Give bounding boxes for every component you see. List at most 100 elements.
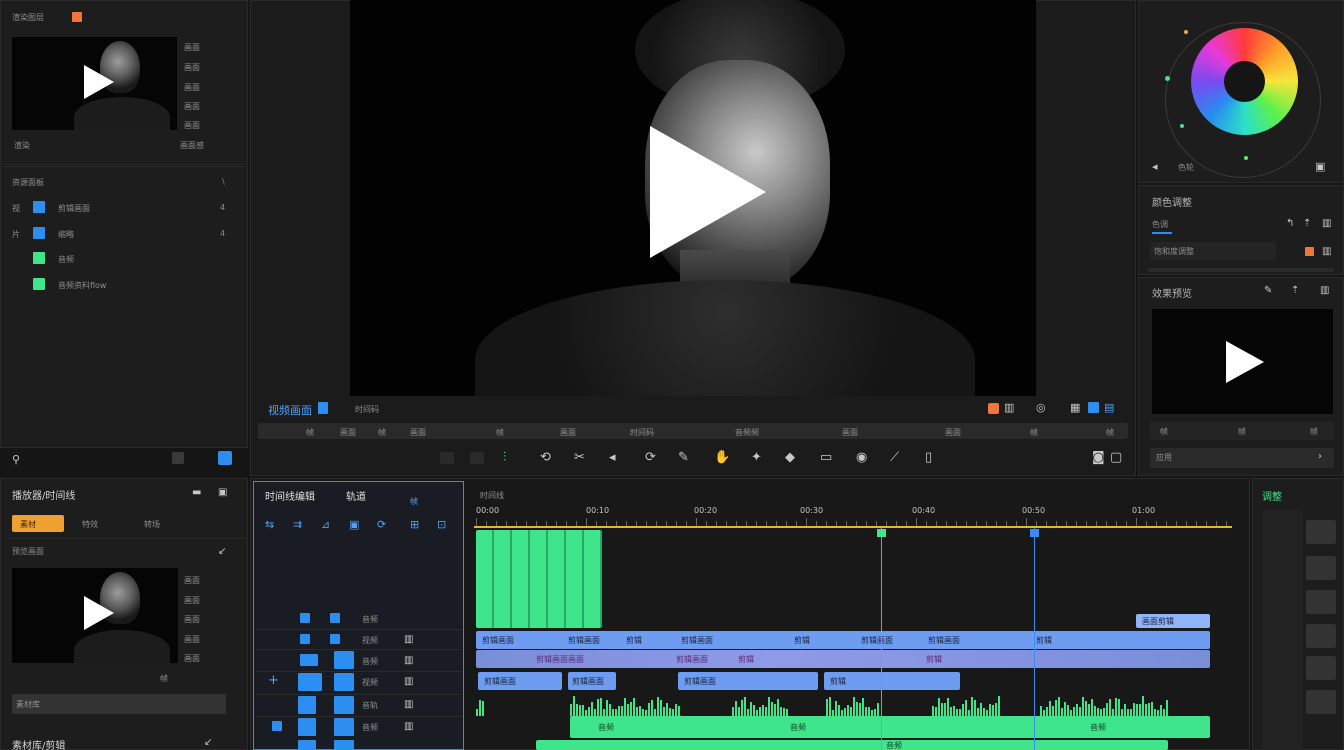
hand-icon[interactable]: ✋ <box>714 451 730 465</box>
record-button[interactable] <box>988 403 999 414</box>
track-lock-icon[interactable] <box>330 613 340 623</box>
viewer-mode-icon[interactable] <box>318 402 328 414</box>
wheel-knob-icon[interactable] <box>1184 30 1188 34</box>
wheel-knob-icon[interactable] <box>1180 124 1184 128</box>
lock-icon[interactable]: ▣ <box>349 518 359 532</box>
track-menu-icon[interactable]: ▥ <box>404 633 413 647</box>
trim-icon[interactable]: ⫶ <box>503 451 506 465</box>
snap-icon[interactable]: ⇉ <box>293 518 302 532</box>
grid-icon[interactable]: ▦ <box>1070 401 1080 415</box>
prev-frame-button[interactable] <box>440 452 454 464</box>
orange-swatch[interactable] <box>1305 247 1314 256</box>
wheel-knob-icon[interactable] <box>1165 76 1170 81</box>
track-menu-icon[interactable]: ▥ <box>404 698 413 712</box>
add-track-icon[interactable]: + <box>268 674 279 688</box>
grid-view-button[interactable] <box>218 451 232 465</box>
play-icon[interactable] <box>1226 341 1264 383</box>
track-toggle-icon[interactable] <box>300 613 310 623</box>
tab-label[interactable]: 特效 <box>82 519 98 530</box>
viewer-screen[interactable] <box>350 0 1036 396</box>
viewer-play-icon[interactable] <box>650 126 766 258</box>
collapse-icon[interactable]: ↙ <box>204 736 212 750</box>
menu-icon[interactable]: ▥ <box>1322 217 1331 231</box>
marker-icon[interactable]: ⊿ <box>321 518 330 532</box>
side-button[interactable] <box>1306 624 1336 648</box>
overlay-clip[interactable]: 画面剪辑 <box>1136 614 1210 628</box>
viewer-scrubber[interactable] <box>258 423 1128 439</box>
track-lock-icon[interactable] <box>334 718 354 736</box>
track-toggle-icon[interactable] <box>272 721 282 731</box>
track-toggle-icon[interactable] <box>300 654 318 666</box>
color-tab[interactable]: 色调 <box>1152 219 1168 230</box>
audio-mixer-icon[interactable]: ◙ <box>1092 451 1105 465</box>
track-toggle-icon[interactable] <box>298 696 316 714</box>
track-lock-icon[interactable] <box>334 740 354 750</box>
chevron-right-icon[interactable]: › <box>1318 450 1322 464</box>
link-icon[interactable]: ⇆ <box>265 518 274 532</box>
color-icon[interactable]: ▭ <box>820 451 832 465</box>
maximize-icon[interactable]: ▣ <box>218 486 227 500</box>
wheel-knob-icon[interactable] <box>1244 156 1248 160</box>
expand-icon[interactable]: ▣ <box>1315 160 1325 174</box>
play-icon[interactable] <box>84 596 114 630</box>
track-toggle-icon[interactable] <box>298 673 322 691</box>
side-button[interactable] <box>1306 656 1336 680</box>
track-toggle-icon[interactable] <box>298 740 316 750</box>
clip-thumbnail[interactable] <box>12 568 178 663</box>
fullscreen-button[interactable] <box>1088 402 1099 413</box>
video-track-3[interactable]: 剪辑画面 <box>568 672 616 690</box>
zoom-icon[interactable]: ✦ <box>751 451 762 465</box>
media-thumbnail[interactable] <box>12 37 177 130</box>
playhead-blue[interactable] <box>1034 528 1035 750</box>
minimize-icon[interactable]: ▬ <box>192 486 201 500</box>
track-lock-icon[interactable] <box>334 651 354 669</box>
playhead-orange-handle[interactable] <box>877 529 886 537</box>
track-toggle-icon[interactable] <box>298 718 316 736</box>
settings-icon[interactable]: ▤ <box>1104 401 1114 415</box>
ripple-icon[interactable]: ⟲ <box>540 451 551 465</box>
side-button[interactable] <box>1306 590 1336 614</box>
layout-icon[interactable]: ▯ <box>925 451 932 465</box>
apply-button[interactable] <box>1150 448 1334 468</box>
track-menu-icon[interactable]: ▥ <box>404 675 413 689</box>
audio-track-1[interactable]: 音频 音频 音频 <box>570 716 1210 738</box>
track-menu-icon[interactable]: ▥ <box>404 720 413 734</box>
play-icon[interactable] <box>84 65 114 99</box>
ruler-bar[interactable] <box>474 526 1232 528</box>
solo-icon[interactable]: ⊞ <box>410 518 419 532</box>
trash-icon[interactable]: ⚲ <box>12 453 20 467</box>
next-frame-button[interactable] <box>470 452 484 464</box>
curve-icon[interactable]: ◉ <box>856 451 867 465</box>
side-button[interactable] <box>1306 556 1336 580</box>
record-icon[interactable] <box>72 12 82 22</box>
effect-preview[interactable] <box>1152 309 1333 414</box>
track-menu-icon[interactable]: ▥ <box>404 654 413 668</box>
safe-area-icon[interactable]: ▥ <box>1004 401 1014 415</box>
track-lock-icon[interactable] <box>330 634 340 644</box>
close-icon[interactable]: ↙ <box>218 545 226 559</box>
track-toggle-icon[interactable] <box>300 634 310 644</box>
pen-icon[interactable]: ✎ <box>678 451 689 465</box>
video-track-3[interactable]: 剪辑画面 <box>478 672 562 690</box>
zoom-fit-icon[interactable]: ◎ <box>1036 401 1046 415</box>
video-track-3[interactable]: 剪辑 <box>824 672 960 690</box>
razor-icon[interactable]: ✂ <box>574 451 585 465</box>
sync-icon[interactable]: ⟳ <box>377 518 386 532</box>
reset-icon[interactable]: ◂ <box>1152 160 1158 174</box>
audio-track-2[interactable]: 音频 <box>536 740 1168 750</box>
tab-label[interactable]: 转场 <box>144 519 160 530</box>
side-button[interactable] <box>1306 690 1336 714</box>
list-view-button[interactable] <box>172 452 184 464</box>
slide-icon[interactable]: ⟳ <box>645 451 656 465</box>
settings-icon[interactable]: ▥ <box>1320 284 1329 298</box>
pin-icon[interactable]: ⇡ <box>1291 284 1299 298</box>
mute-icon[interactable]: ⊡ <box>437 518 446 532</box>
video-track-2[interactable]: 剪辑画面画面 剪辑画面 剪辑 剪辑 <box>476 650 1210 668</box>
swatch-menu-icon[interactable]: ▥ <box>1322 245 1331 259</box>
video-track-3[interactable]: 剪辑画面 <box>678 672 818 690</box>
track-lock-icon[interactable] <box>334 696 354 714</box>
more-icon[interactable]: ▢ <box>1110 451 1122 465</box>
edit-icon[interactable]: ✎ <box>1264 284 1272 298</box>
video-track-1[interactable]: 剪辑画面 剪辑画面 剪辑 剪辑画面 剪辑 剪辑画面 剪辑画面 剪辑 <box>476 631 1210 649</box>
side-button[interactable] <box>1306 520 1336 544</box>
